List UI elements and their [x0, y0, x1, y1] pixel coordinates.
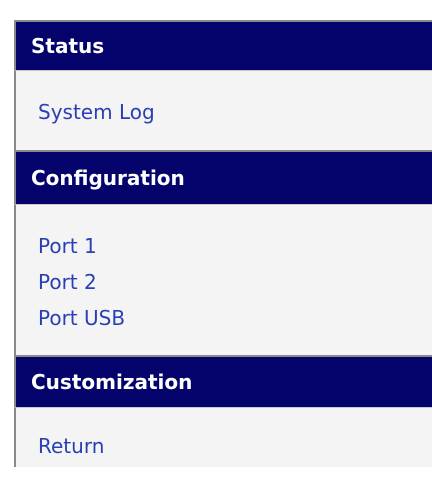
side-menu: Status System Log Configuration Port 1 P…: [14, 20, 432, 467]
menu-link-port-1[interactable]: Port 1: [38, 228, 432, 264]
section-title-customization: Customization: [31, 370, 193, 394]
menu-link-return[interactable]: Return: [38, 428, 432, 464]
section-title-status: Status: [31, 34, 105, 58]
section-header-customization: Customization: [14, 355, 432, 407]
section-body-configuration: Port 1 Port 2 Port USB: [14, 204, 432, 355]
menu-link-system-log[interactable]: System Log: [38, 94, 432, 130]
section-body-status: System Log: [14, 70, 432, 150]
menu-link-port-usb[interactable]: Port USB: [38, 300, 432, 336]
section-body-customization: Return: [14, 407, 432, 467]
section-header-configuration: Configuration: [14, 150, 432, 204]
section-header-status: Status: [14, 20, 432, 70]
section-title-configuration: Configuration: [31, 166, 185, 190]
menu-link-port-2[interactable]: Port 2: [38, 264, 432, 300]
